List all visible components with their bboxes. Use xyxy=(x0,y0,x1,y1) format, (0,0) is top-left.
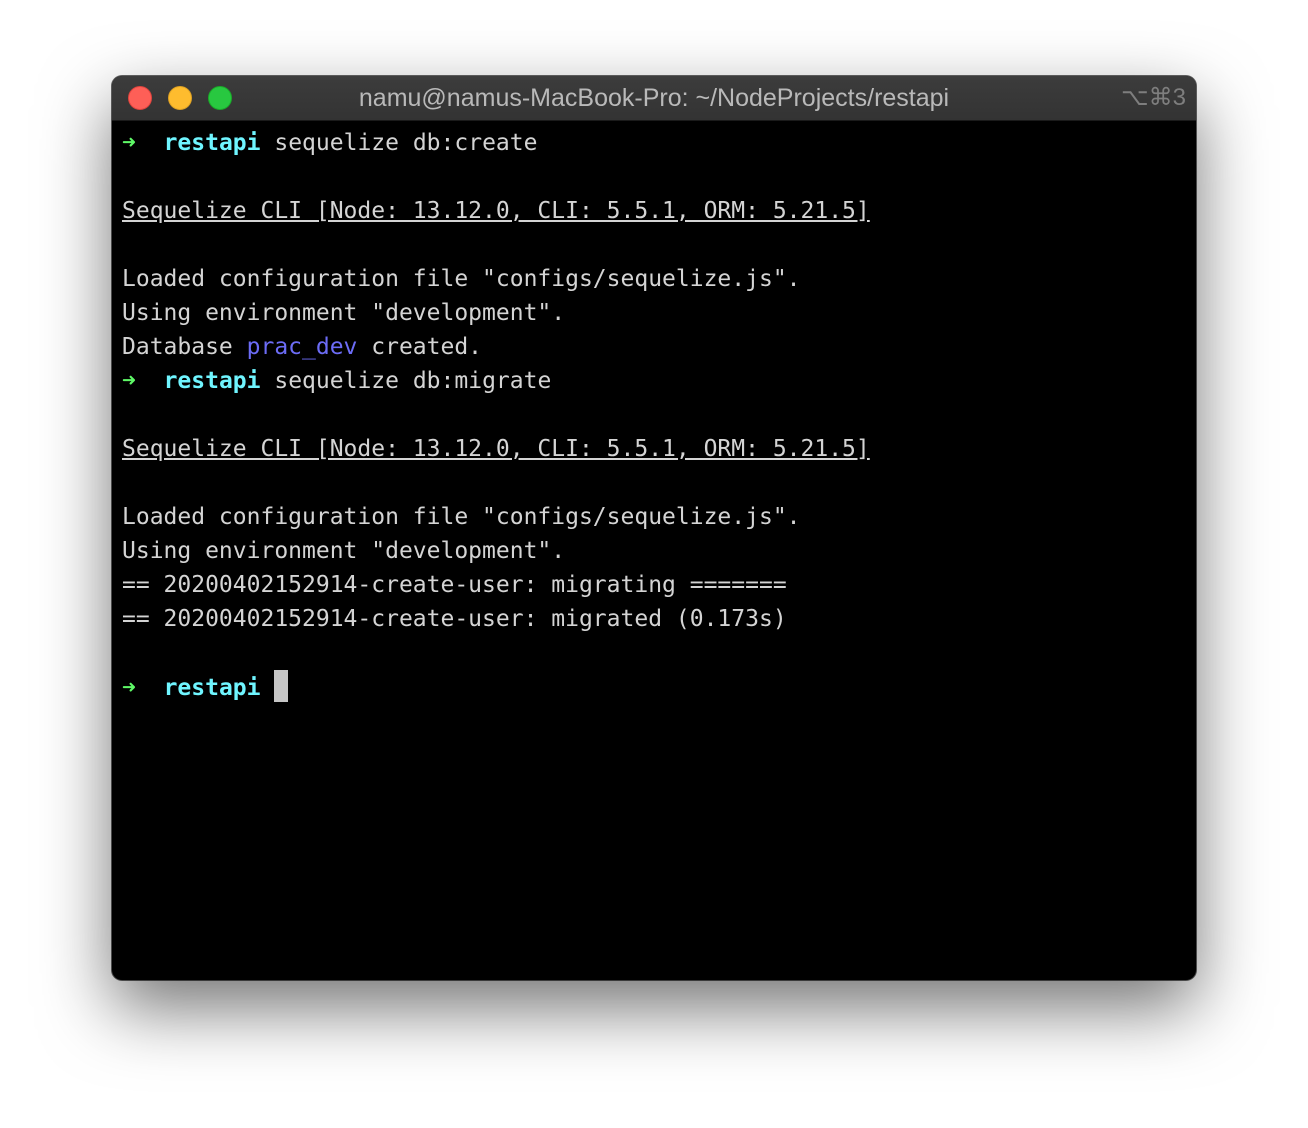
cli-banner: Sequelize CLI [Node: 13.12.0, CLI: 5.5.1… xyxy=(122,198,870,224)
output-line: == 20200402152914-create-user: migrated … xyxy=(122,606,787,632)
command-line: ➜ restapi sequelize db:create xyxy=(122,126,1186,160)
terminal-output[interactable]: ➜ restapi sequelize db:create Sequelize … xyxy=(122,126,1186,704)
cli-banner: Sequelize CLI [Node: 13.12.0, CLI: 5.5.1… xyxy=(122,436,870,462)
output-line: Sequelize CLI [Node: 13.12.0, CLI: 5.5.1… xyxy=(122,194,1186,228)
prompt-directory: restapi xyxy=(163,368,261,394)
title-bar[interactable]: namu@namus-MacBook-Pro: ~/NodeProjects/r… xyxy=(112,76,1196,121)
output-line: Database prac_dev created. xyxy=(122,330,1186,364)
prompt-line[interactable]: ➜ restapi xyxy=(122,670,1186,704)
command-text: sequelize db:migrate xyxy=(274,368,552,394)
prompt-arrow-icon: ➜ xyxy=(122,368,136,394)
prompt-directory: restapi xyxy=(163,130,261,156)
db-prefix: Database xyxy=(122,334,247,360)
output-line: == 20200402152914-create-user: migrating… xyxy=(122,572,787,598)
window-title: namu@namus-MacBook-Pro: ~/NodeProjects/r… xyxy=(358,84,950,112)
prompt-directory: restapi xyxy=(163,675,261,701)
prompt-arrow-icon: ➜ xyxy=(122,675,136,701)
database-name: prac_dev xyxy=(246,334,358,360)
db-suffix: created. xyxy=(357,334,483,360)
output-line: Sequelize CLI [Node: 13.12.0, CLI: 5.5.1… xyxy=(122,432,1186,466)
output-line: Using environment "development". xyxy=(122,538,566,564)
prompt-arrow-icon: ➜ xyxy=(122,130,136,156)
output-line: Loaded configuration file "configs/seque… xyxy=(122,504,801,530)
window-shortcut: ⌥⌘3 xyxy=(1120,84,1186,111)
output-line: Loaded configuration file "configs/seque… xyxy=(122,266,801,292)
command-text: sequelize db:create xyxy=(274,130,538,156)
text-cursor xyxy=(274,670,289,702)
output-line: Using environment "development". xyxy=(122,300,566,326)
terminal-window: namu@namus-MacBook-Pro: ~/NodeProjects/r… xyxy=(112,76,1196,980)
command-line: ➜ restapi sequelize db:migrate xyxy=(122,364,1186,398)
